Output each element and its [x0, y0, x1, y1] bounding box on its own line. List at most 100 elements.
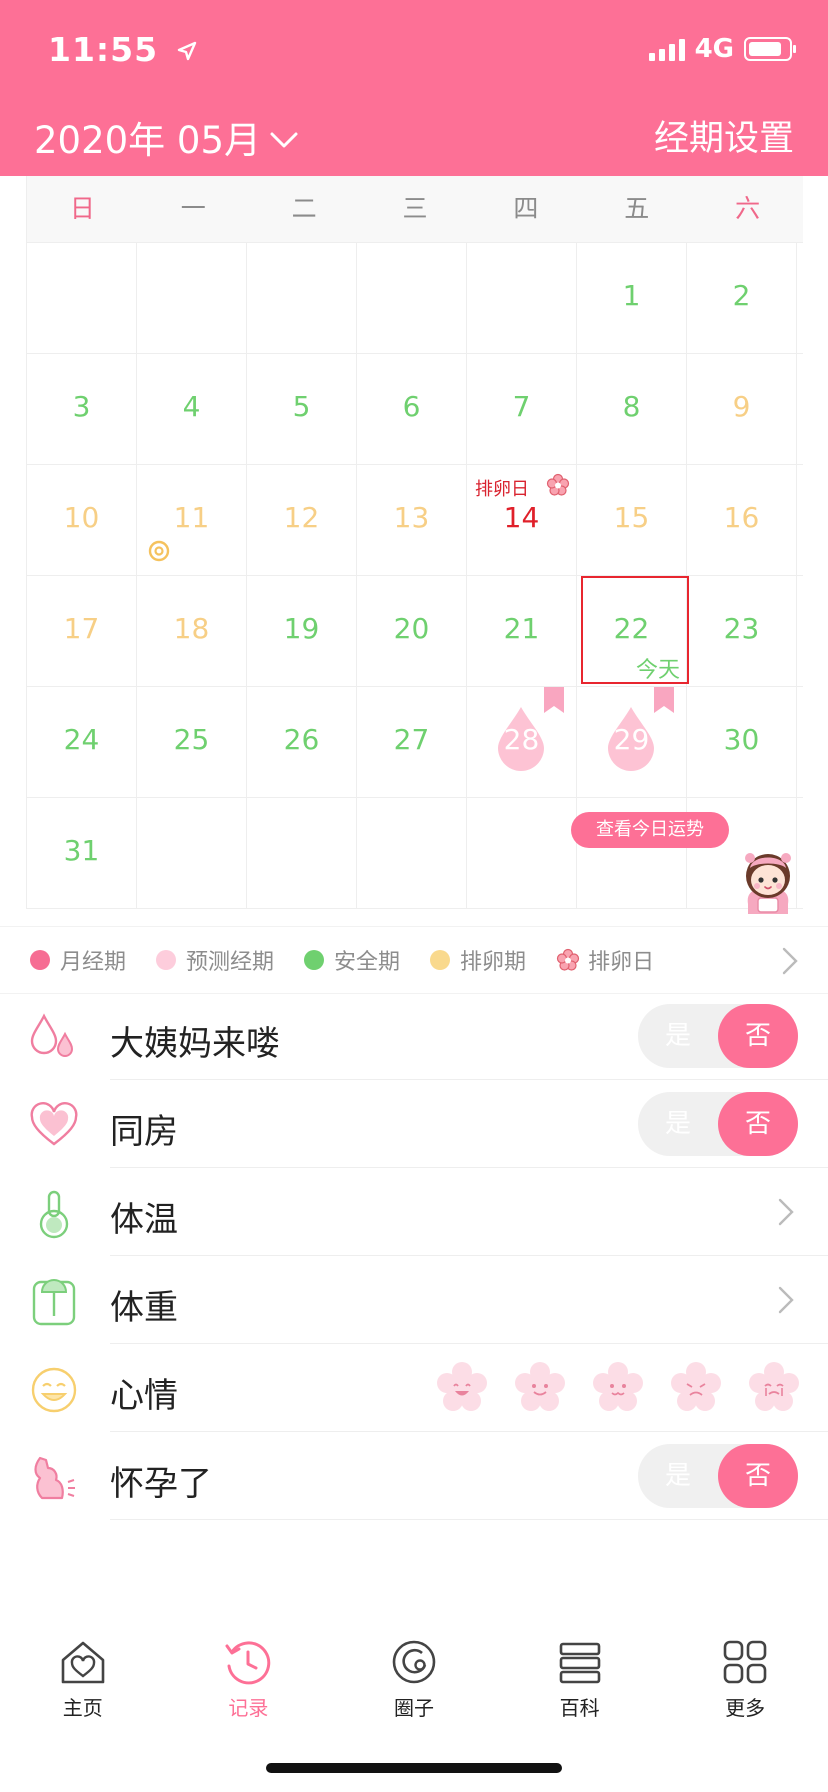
- calendar-day[interactable]: 25: [137, 687, 247, 797]
- tab-label: 百科: [559, 1696, 600, 1720]
- history-clock-icon: [225, 1641, 271, 1685]
- legend-period: 月经期: [30, 944, 126, 976]
- pregnant-toggle[interactable]: 是 否: [638, 1444, 798, 1508]
- record-weight[interactable]: 体重: [0, 1256, 828, 1344]
- record-label: 大姨妈来喽: [110, 1024, 280, 1064]
- tab-more[interactable]: 更多: [662, 1616, 828, 1736]
- weekday-thu: 四: [513, 194, 539, 223]
- calendar-day[interactable]: 10: [27, 465, 137, 575]
- record-temperature[interactable]: 体温: [0, 1168, 828, 1256]
- legend-label: 排卵日: [588, 950, 655, 975]
- calendar-day[interactable]: 15: [577, 465, 687, 575]
- home-icon: [61, 1641, 105, 1684]
- weekday-tue: 二: [291, 194, 317, 223]
- tab-records[interactable]: 记录: [166, 1616, 332, 1736]
- chevron-right-icon: [778, 1286, 794, 1318]
- weekday-sat: 六: [735, 194, 761, 223]
- daily-fortune-button[interactable]: 查看今日运势: [571, 812, 729, 848]
- day-number: 11: [173, 501, 210, 534]
- period-dot-icon: [30, 950, 50, 970]
- mood-laughing-icon[interactable]: [436, 1362, 488, 1414]
- chevron-down-icon: [269, 116, 299, 159]
- chevron-right-icon[interactable]: [782, 947, 798, 979]
- location-arrow-icon: [177, 30, 197, 69]
- tab-label: 更多: [725, 1696, 766, 1720]
- calendar-day[interactable]: 19: [247, 576, 357, 686]
- month-selector[interactable]: 2020年 05月: [34, 110, 299, 164]
- grid-icon: [723, 1640, 767, 1684]
- calendar-day[interactable]: 16: [687, 465, 797, 575]
- tab-label: 圈子: [393, 1696, 434, 1720]
- calendar-day[interactable]: 2: [687, 243, 797, 353]
- toggle-yes[interactable]: 是: [638, 1092, 718, 1156]
- status-right: 4G: [648, 34, 796, 64]
- period-settings-button[interactable]: 经期设置: [654, 110, 794, 161]
- calendar-day[interactable]: 18: [137, 576, 247, 686]
- tab-home[interactable]: 主页: [0, 1616, 166, 1736]
- mood-calm-icon[interactable]: [592, 1362, 644, 1414]
- thermometer-icon: [28, 1188, 80, 1240]
- day-number: 9: [732, 390, 751, 423]
- period-toggle[interactable]: 是 否: [638, 1004, 798, 1068]
- calendar-cell-empty: [467, 798, 577, 908]
- legend-ovulation-day: 排卵日: [556, 944, 654, 976]
- calendar-day[interactable]: 11: [137, 465, 247, 575]
- calendar-day[interactable]: 8: [577, 354, 687, 464]
- calendar-day[interactable]: 12: [247, 465, 357, 575]
- day-number: 29: [613, 723, 650, 756]
- books-icon: [559, 1642, 600, 1684]
- tab-bar: 主页 记录 圈子 百科 更多: [0, 1616, 828, 1736]
- mood-happy-icon[interactable]: [514, 1362, 566, 1414]
- calendar-day[interactable]: 23: [687, 576, 797, 686]
- day-number: 27: [393, 723, 430, 756]
- mascot-girl-icon[interactable]: [736, 846, 800, 922]
- calendar-day[interactable]: 31: [27, 798, 137, 908]
- calendar-day[interactable]: 17: [27, 576, 137, 686]
- calendar-day-predicted-period[interactable]: 28: [467, 687, 577, 797]
- tab-encyclopedia[interactable]: 百科: [497, 1616, 663, 1736]
- smiley-icon: [28, 1364, 80, 1416]
- mood-crying-icon[interactable]: [748, 1362, 800, 1414]
- calendar-cell-empty: [357, 243, 467, 353]
- calendar-cell-empty: [27, 243, 137, 353]
- calendar-day[interactable]: 5: [247, 354, 357, 464]
- network-type: 4G: [694, 34, 734, 64]
- calendar-day[interactable]: 20: [357, 576, 467, 686]
- calendar-day[interactable]: 24: [27, 687, 137, 797]
- calendar-day[interactable]: 21: [467, 576, 577, 686]
- toggle-no[interactable]: 否: [718, 1092, 798, 1156]
- calendar-day[interactable]: 4: [137, 354, 247, 464]
- toggle-no[interactable]: 否: [718, 1004, 798, 1068]
- calendar-day[interactable]: 3: [27, 354, 137, 464]
- record-intimacy: 同房 是 否: [0, 1080, 828, 1168]
- weekday-header: 日 一 二 三 四 五 六: [27, 176, 803, 243]
- intimacy-toggle[interactable]: 是 否: [638, 1092, 798, 1156]
- calendar-day[interactable]: 9: [687, 354, 797, 464]
- day-number: 3: [72, 390, 91, 423]
- tab-label: 记录: [228, 1696, 269, 1720]
- calendar-day-ovulation[interactable]: 排卵日 14: [467, 465, 577, 575]
- calendar-day[interactable]: 27: [357, 687, 467, 797]
- tab-circle[interactable]: 圈子: [331, 1616, 497, 1736]
- calendar-cell-empty: [137, 243, 247, 353]
- calendar-day[interactable]: 30: [687, 687, 797, 797]
- today-highlight: [581, 576, 689, 684]
- flower-icon: [556, 948, 580, 972]
- toggle-yes[interactable]: 是: [638, 1004, 718, 1068]
- day-number: 10: [63, 501, 100, 534]
- calendar-day[interactable]: 7: [467, 354, 577, 464]
- toggle-yes[interactable]: 是: [638, 1444, 718, 1508]
- calendar-day[interactable]: 1: [577, 243, 687, 353]
- calendar-week: 1 2: [27, 243, 803, 354]
- mood-sad-icon[interactable]: [670, 1362, 722, 1414]
- calendar-day[interactable]: 26: [247, 687, 357, 797]
- calendar-day-predicted-period[interactable]: 29: [577, 687, 687, 797]
- weekday-mon: 一: [180, 194, 206, 223]
- day-number: 23: [723, 612, 760, 645]
- calendar-day[interactable]: 13: [357, 465, 467, 575]
- calendar-day[interactable]: 6: [357, 354, 467, 464]
- day-number: 30: [723, 723, 760, 756]
- toggle-no[interactable]: 否: [718, 1444, 798, 1508]
- record-label: 同房: [110, 1112, 178, 1152]
- day-number: 16: [723, 501, 760, 534]
